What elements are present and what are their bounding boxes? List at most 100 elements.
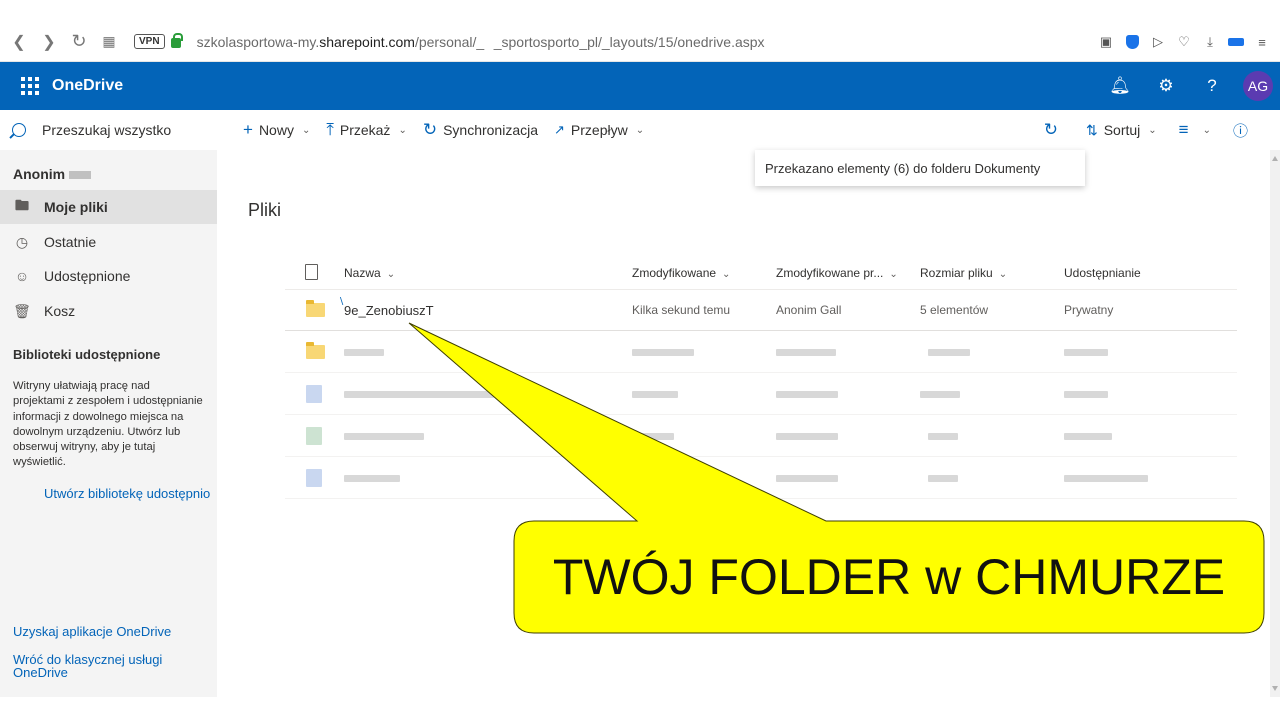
info-button[interactable]: ⓘ: [1227, 110, 1260, 150]
address-bar[interactable]: szkolasportowa-my.sharepoint.com/persona…: [197, 34, 765, 50]
table-row[interactable]: [285, 331, 1237, 373]
callout-text: TWÓJ FOLDER w CHMURZE: [552, 549, 1226, 605]
trash-icon: 🗑︎: [13, 302, 31, 319]
app-name[interactable]: OneDrive: [52, 77, 123, 95]
file-modified-redacted: [632, 457, 672, 499]
file-modified-redacted: [632, 415, 674, 457]
clock-icon: ◷: [15, 233, 29, 250]
bell-icon[interactable]: 🔔︎: [1097, 62, 1143, 110]
table-row[interactable]: [285, 373, 1237, 415]
avatar[interactable]: AG: [1243, 71, 1273, 101]
page-title: Pliki: [248, 200, 282, 220]
back-icon[interactable]: ❮: [4, 27, 34, 57]
search-icon: [12, 123, 26, 137]
refresh-icon: ↻: [1043, 120, 1058, 139]
send-icon[interactable]: ▷: [1150, 34, 1166, 50]
scrollbar[interactable]: [1270, 150, 1280, 697]
flow-button[interactable]: ↗ Przepływ ⌄: [548, 110, 650, 150]
file-size-redacted: [928, 331, 970, 373]
file-size-redacted: [920, 373, 960, 415]
redacted-surname: [69, 171, 92, 180]
camera-icon[interactable]: ▣: [1098, 34, 1114, 50]
file-name-redacted[interactable]: [344, 331, 384, 373]
lock-icon[interactable]: [170, 32, 183, 48]
shield-icon[interactable]: [1124, 34, 1140, 50]
heart-icon[interactable]: ♡: [1176, 34, 1192, 50]
reload-icon[interactable]: ↻: [64, 27, 94, 57]
column-header-name[interactable]: Nazwa ⌄: [344, 266, 395, 280]
file-modified-by-redacted: [776, 331, 836, 373]
nav-user-name: Anonim: [13, 166, 92, 182]
forward-icon[interactable]: ❯: [34, 27, 64, 57]
sidebar-item-label: Moje pliki: [44, 199, 108, 215]
sidebar-item-my-files[interactable]: 🖿︎ Moje pliki: [0, 190, 217, 224]
chevron-down-icon: ⌄: [1202, 124, 1211, 136]
download-icon[interactable]: ⤓: [1202, 34, 1218, 50]
page: ❮ ❯ ↻ ▦ VPN szkolasportowa-my.sharepoint…: [0, 0, 1280, 720]
column-header-file-size[interactable]: Rozmiar pliku ⌄: [920, 266, 1007, 280]
sidebar-item-shared[interactable]: ☺ Udostępnione: [0, 259, 217, 293]
chevron-down-icon: ⌄: [635, 124, 645, 136]
classic-onedrive-link[interactable]: Wróć do klasycznej usługi OneDrive: [13, 653, 183, 679]
plus-icon: +: [243, 120, 253, 139]
scroll-down-icon[interactable]: [1272, 686, 1278, 691]
search-input[interactable]: Przeszukaj wszystko: [0, 110, 217, 150]
table-row[interactable]: ∖ 9e_ZenobiuszT Kilka sekund temu Anonim…: [285, 289, 1237, 331]
file-size-redacted: [928, 415, 958, 457]
file-sharing-redacted: [1064, 415, 1112, 457]
table-row[interactable]: [285, 457, 1237, 499]
view-options-button[interactable]: ≡ ⌄: [1173, 110, 1217, 150]
table-row[interactable]: [285, 415, 1237, 457]
file-type-icon[interactable]: [305, 264, 318, 280]
vpn-badge[interactable]: VPN: [134, 34, 165, 49]
help-icon[interactable]: ?: [1189, 62, 1235, 110]
chevron-down-icon: ⌄: [889, 269, 898, 280]
refresh-button[interactable]: ↻: [1038, 110, 1070, 150]
sync-label: Synchronizacja: [443, 122, 539, 138]
sort-icon: ⇅: [1085, 121, 1098, 138]
file-sharing-redacted: [1064, 373, 1108, 415]
file-name-redacted[interactable]: [344, 457, 400, 499]
file-size-redacted: [928, 457, 958, 499]
chevron-down-icon: ⌄: [1148, 124, 1157, 136]
tabs-grid-icon[interactable]: ▦: [94, 27, 124, 57]
file-modified-by-redacted: [776, 373, 838, 415]
file-size: 5 elementów: [920, 303, 989, 317]
user-name: Anonim: [13, 166, 66, 182]
shared-libraries-heading: Biblioteki udostępnione: [13, 347, 161, 362]
gear-icon[interactable]: ⚙: [1143, 62, 1189, 110]
upload-icon: ⤒: [326, 120, 334, 139]
upload-button[interactable]: ⤒ Przekaż ⌄: [320, 110, 412, 150]
column-header-modified[interactable]: Zmodyfikowane ⌄: [632, 266, 730, 280]
app-launcher-icon[interactable]: [10, 77, 50, 95]
column-header-modified-by[interactable]: Zmodyfikowane pr... ⌄: [776, 266, 898, 280]
url-prefix: szkolasportowa-my.: [196, 33, 320, 50]
column-header-sharing[interactable]: Udostępnianie: [1064, 266, 1141, 280]
suite-actions: 🔔︎ ⚙ ? AG: [1097, 62, 1280, 110]
search-placeholder: Przeszukaj wszystko: [42, 122, 172, 138]
file-modified-by-redacted: [776, 457, 838, 499]
file-name-redacted[interactable]: [344, 415, 424, 457]
menu-icon[interactable]: ≡: [1254, 34, 1270, 50]
sync-button[interactable]: ↻ Synchronizacja: [417, 110, 544, 150]
create-library-link[interactable]: Utwórz bibliotekę udostępnio: [44, 486, 210, 501]
sidebar-item-recycle-bin[interactable]: 🗑︎ Kosz: [0, 294, 217, 328]
scroll-up-icon[interactable]: [1272, 156, 1278, 161]
left-navigation: Anonim 🖿︎ Moje pliki ◷ Ostatnie ☺ Udostę…: [0, 150, 217, 697]
new-label: Nowy: [258, 122, 294, 138]
file-name-redacted[interactable]: [344, 373, 494, 415]
battery-icon[interactable]: [1228, 34, 1244, 50]
chevron-down-icon: ⌄: [398, 124, 407, 136]
people-icon: ☺: [14, 268, 30, 284]
chevron-down-icon: ⌄: [386, 269, 396, 280]
file-modified-redacted: [632, 331, 694, 373]
sort-button[interactable]: ⇅ Sortuj ⌄: [1080, 110, 1163, 150]
get-app-link[interactable]: Uzyskaj aplikacje OneDrive: [13, 624, 171, 639]
sidebar-item-recent[interactable]: ◷ Ostatnie: [0, 225, 217, 259]
file-name[interactable]: 9e_ZenobiuszT: [344, 289, 434, 331]
list-view-icon: ≡: [1178, 120, 1189, 139]
new-button[interactable]: + Nowy ⌄: [237, 110, 316, 150]
browser-actions: ▣ ▷ ♡ ⤓ ≡: [1098, 22, 1270, 62]
file-sharing-redacted: [1064, 331, 1108, 373]
command-bar: Przeszukaj wszystko + Nowy ⌄ ⤒ Przekaż ⌄…: [0, 110, 1280, 150]
